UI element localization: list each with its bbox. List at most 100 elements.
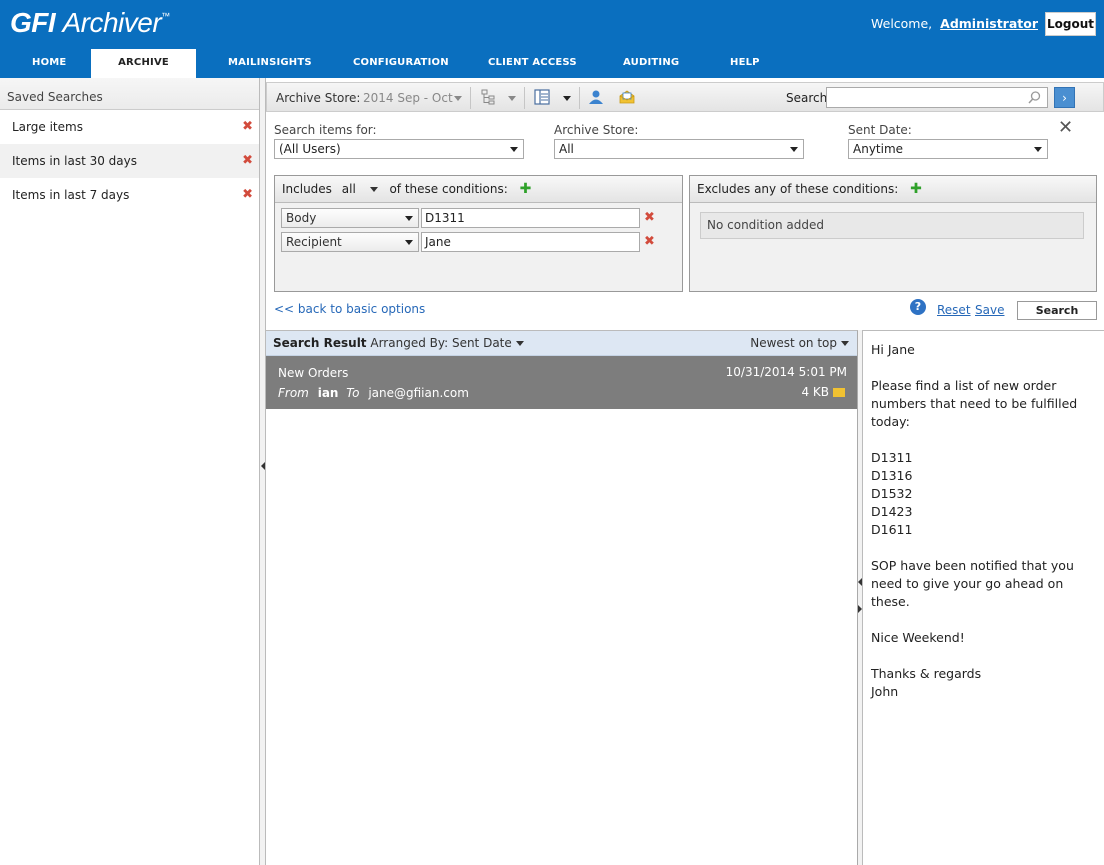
open-mail-icon[interactable]: [618, 88, 636, 106]
chevron-down-icon[interactable]: [369, 187, 378, 192]
chevron-down-icon: [405, 240, 413, 245]
results-title: Search Result: [273, 336, 367, 350]
message-row[interactable]: New Orders From ian To jane@gfiian.com 1…: [266, 356, 857, 409]
chevron-down-icon: [1034, 147, 1042, 152]
archive-store-dropdown[interactable]: 2014 Sep - Oct: [363, 91, 453, 105]
chevron-down-icon[interactable]: [508, 96, 516, 101]
arranged-by-select[interactable]: Arranged By: Sent Date: [370, 336, 511, 350]
preview-intro: Please find a list of new order numbers …: [871, 378, 1082, 429]
chevron-down-icon: [841, 341, 849, 346]
saved-search-label: Items in last 7 days: [12, 188, 130, 202]
logout-button[interactable]: Logout: [1045, 12, 1096, 36]
help-icon[interactable]: ?: [910, 299, 926, 315]
toolbar-divider: [524, 87, 525, 109]
chevron-down-icon[interactable]: [563, 96, 571, 101]
tab-home[interactable]: Home: [32, 49, 66, 78]
includes-prefix: Includes: [282, 182, 332, 196]
includes-header: Includes all of these conditions: ✚: [275, 176, 682, 203]
chevron-down-icon: [790, 147, 798, 152]
excludes-panel: Excludes any of these conditions: ✚ No c…: [689, 175, 1097, 292]
collapse-arrow-icon[interactable]: [261, 462, 265, 470]
delete-icon[interactable]: ✖: [644, 210, 655, 225]
archive-store-filter-value: All: [559, 142, 574, 156]
message-date: 10/31/2014 5:01 PM: [725, 365, 847, 379]
search-items-select[interactable]: (All Users): [274, 139, 524, 159]
tab-auditing[interactable]: Auditing: [623, 49, 679, 78]
order-number: D1311: [871, 450, 913, 465]
collapse-right-icon[interactable]: [858, 605, 862, 613]
tab-mailinsights[interactable]: MailInsights: [228, 49, 312, 78]
condition-field-select[interactable]: Recipient: [281, 232, 419, 252]
tab-help[interactable]: Help: [730, 49, 760, 78]
logo-tm: ™: [161, 11, 170, 21]
sent-date-select[interactable]: Anytime: [848, 139, 1048, 159]
preview-note: SOP have been notified that you need to …: [871, 558, 1078, 609]
tab-configuration[interactable]: Configuration: [353, 49, 449, 78]
condition-value-input[interactable]: D1311: [421, 208, 640, 228]
search-box[interactable]: [826, 87, 1048, 108]
search-icon[interactable]: [1028, 91, 1041, 104]
sent-date-value: Anytime: [853, 142, 904, 156]
message-size: 4 KB: [801, 385, 829, 399]
condition-value-input[interactable]: Jane: [421, 232, 640, 252]
logo-text: Archiver: [62, 7, 162, 38]
layout-columns-icon[interactable]: [533, 88, 551, 106]
message-size-area: 4 KB: [801, 385, 845, 399]
preview-closing: Thanks & regards: [871, 666, 982, 681]
condition-field-value: Recipient: [286, 235, 342, 249]
tab-client-access[interactable]: Client Access: [488, 49, 577, 78]
message-subject: New Orders: [278, 366, 349, 380]
search-label: Search:: [786, 91, 832, 105]
tree-view-icon[interactable]: [480, 88, 498, 106]
condition-field-select[interactable]: Body: [281, 208, 419, 228]
delete-icon[interactable]: ✖: [242, 178, 253, 212]
sort-order-label: Newest on top: [750, 336, 837, 350]
message-from-to: From ian To jane@gfiian.com: [278, 386, 469, 400]
close-icon[interactable]: ✕: [1058, 117, 1073, 138]
collapse-left-icon[interactable]: [858, 578, 862, 586]
welcome-text: Welcome,: [871, 16, 933, 31]
sent-date-label: Sent Date:: [848, 123, 912, 137]
to-label: To: [346, 386, 360, 400]
reset-link[interactable]: Reset: [937, 303, 971, 317]
user-link[interactable]: Administrator: [940, 16, 1038, 31]
chevron-down-icon[interactable]: [454, 96, 462, 101]
contact-card-icon[interactable]: [587, 88, 605, 106]
search-button[interactable]: Search: [1017, 301, 1097, 320]
sort-order-select[interactable]: Newest on top: [750, 331, 849, 356]
archive-store-filter-select[interactable]: All: [554, 139, 804, 159]
search-input[interactable]: [827, 88, 1017, 107]
saved-search-item[interactable]: Large items ✖: [0, 110, 259, 144]
logo-bold: GFI: [10, 7, 56, 38]
delete-icon[interactable]: ✖: [242, 110, 253, 144]
archive-store-label: Archive Store:: [276, 91, 361, 105]
delete-icon[interactable]: ✖: [644, 234, 655, 249]
toolbar-divider: [470, 87, 471, 109]
chevron-down-icon: [405, 216, 413, 221]
saved-search-item[interactable]: Items in last 7 days ✖: [0, 178, 259, 212]
saved-search-item[interactable]: Items in last 30 days ✖: [0, 144, 259, 178]
delete-icon[interactable]: ✖: [242, 144, 253, 178]
chevron-down-icon[interactable]: [515, 341, 524, 346]
search-items-value: (All Users): [279, 142, 341, 156]
excludes-header: Excludes any of these conditions: ✚: [690, 176, 1096, 203]
saved-search-label: Items in last 30 days: [12, 154, 138, 168]
saved-search-label: Large items: [12, 120, 83, 134]
preview-greeting: Hi Jane: [871, 342, 915, 357]
preview-signature: John: [871, 684, 899, 699]
add-condition-icon[interactable]: ✚: [520, 176, 532, 203]
message-sender: ian: [317, 386, 339, 400]
tab-archive[interactable]: Archive: [91, 49, 196, 78]
saved-searches-sidebar: Saved Searches Large items ✖ Items in la…: [0, 78, 260, 865]
add-condition-icon[interactable]: ✚: [910, 176, 922, 203]
results-header: Search Result Arranged By: Sent Date New…: [266, 331, 857, 356]
preview-wish: Nice Weekend!: [871, 630, 965, 645]
search-go-button[interactable]: ›: [1054, 87, 1075, 108]
back-to-basic-link[interactable]: << back to basic options: [274, 302, 425, 316]
main-nav: Home Archive MailInsights Configuration …: [0, 49, 1104, 78]
includes-mode-select[interactable]: all: [342, 182, 356, 196]
chevron-down-icon: [510, 147, 518, 152]
search-items-label: Search items for:: [274, 123, 377, 137]
archive-toolbar: Archive Store: 2014 Sep - Oct Search: ›: [266, 82, 1104, 112]
save-link[interactable]: Save: [975, 303, 1004, 317]
